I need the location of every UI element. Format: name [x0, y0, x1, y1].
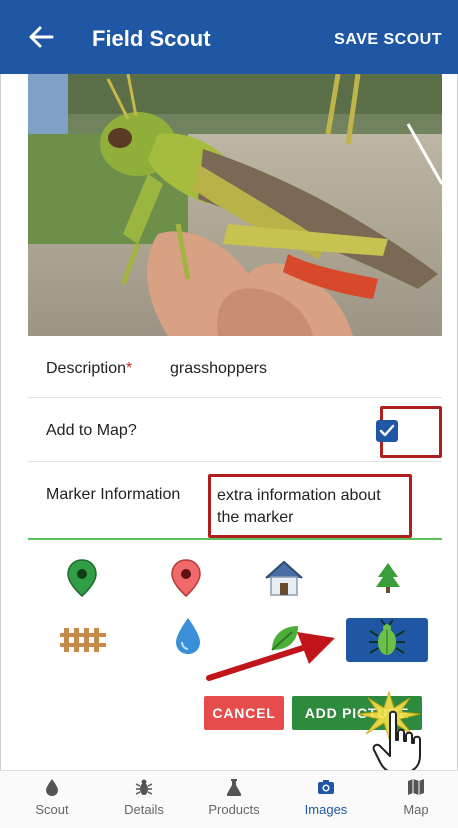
marker-information-highlight-annotation: extra information about the marker — [208, 474, 412, 538]
description-row[interactable]: Description* grasshoppers — [28, 352, 442, 398]
bug-icon-selected[interactable] — [346, 618, 428, 662]
nav-item-images[interactable]: Images — [286, 777, 366, 819]
drop-icon — [46, 779, 58, 796]
description-input[interactable]: grasshoppers — [170, 360, 267, 378]
description-label: Description* — [46, 360, 133, 377]
marker-information-label: Marker Information — [46, 486, 181, 503]
add-to-map-label: Add to Map? — [46, 422, 137, 439]
house-icon[interactable] — [262, 556, 306, 600]
cancel-button[interactable]: CANCEL — [204, 696, 284, 730]
add-to-map-checkbox[interactable] — [376, 420, 398, 442]
map-icon — [408, 779, 424, 795]
back-arrow-icon[interactable] — [26, 22, 56, 52]
nav-item-scout[interactable]: Scout — [12, 777, 92, 819]
nav-item-products[interactable]: Products — [194, 777, 274, 819]
arrow-annotation-icon — [205, 628, 340, 683]
pointer-hand-icon — [372, 710, 424, 776]
nav-label-scout: Scout — [35, 802, 69, 817]
nav-label-map: Map — [403, 802, 429, 817]
fence-icon[interactable] — [60, 620, 108, 656]
nav-label-details: Details — [124, 802, 164, 817]
app-bar: Field Scout SAVE SCOUT — [0, 0, 458, 74]
nav-item-details[interactable]: Details — [104, 777, 184, 819]
camera-icon — [318, 780, 334, 794]
save-scout-button[interactable]: SAVE SCOUT — [334, 31, 442, 49]
nav-label-products: Products — [208, 802, 260, 817]
checkmark-icon — [379, 424, 395, 437]
bug-nav-icon — [135, 779, 153, 795]
water-drop-icon[interactable] — [166, 614, 210, 658]
tree-icon[interactable] — [370, 560, 406, 596]
marker-information-row: Marker Information extra information abo… — [28, 470, 442, 540]
flask-icon — [226, 779, 242, 796]
nav-label-images: Images — [304, 802, 348, 817]
bottom-navigation: Scout Details Products Images Map — [0, 770, 458, 828]
page-title: Field Scout — [92, 26, 211, 51]
required-marker: * — [126, 360, 133, 377]
green-pin-icon[interactable] — [60, 556, 104, 600]
nav-item-map[interactable]: Map — [376, 777, 456, 819]
grasshopper-photo — [28, 74, 442, 336]
red-pin-icon[interactable] — [164, 556, 208, 600]
bug-icon — [369, 619, 405, 655]
marker-information-input[interactable]: extra information about the marker — [217, 485, 405, 529]
